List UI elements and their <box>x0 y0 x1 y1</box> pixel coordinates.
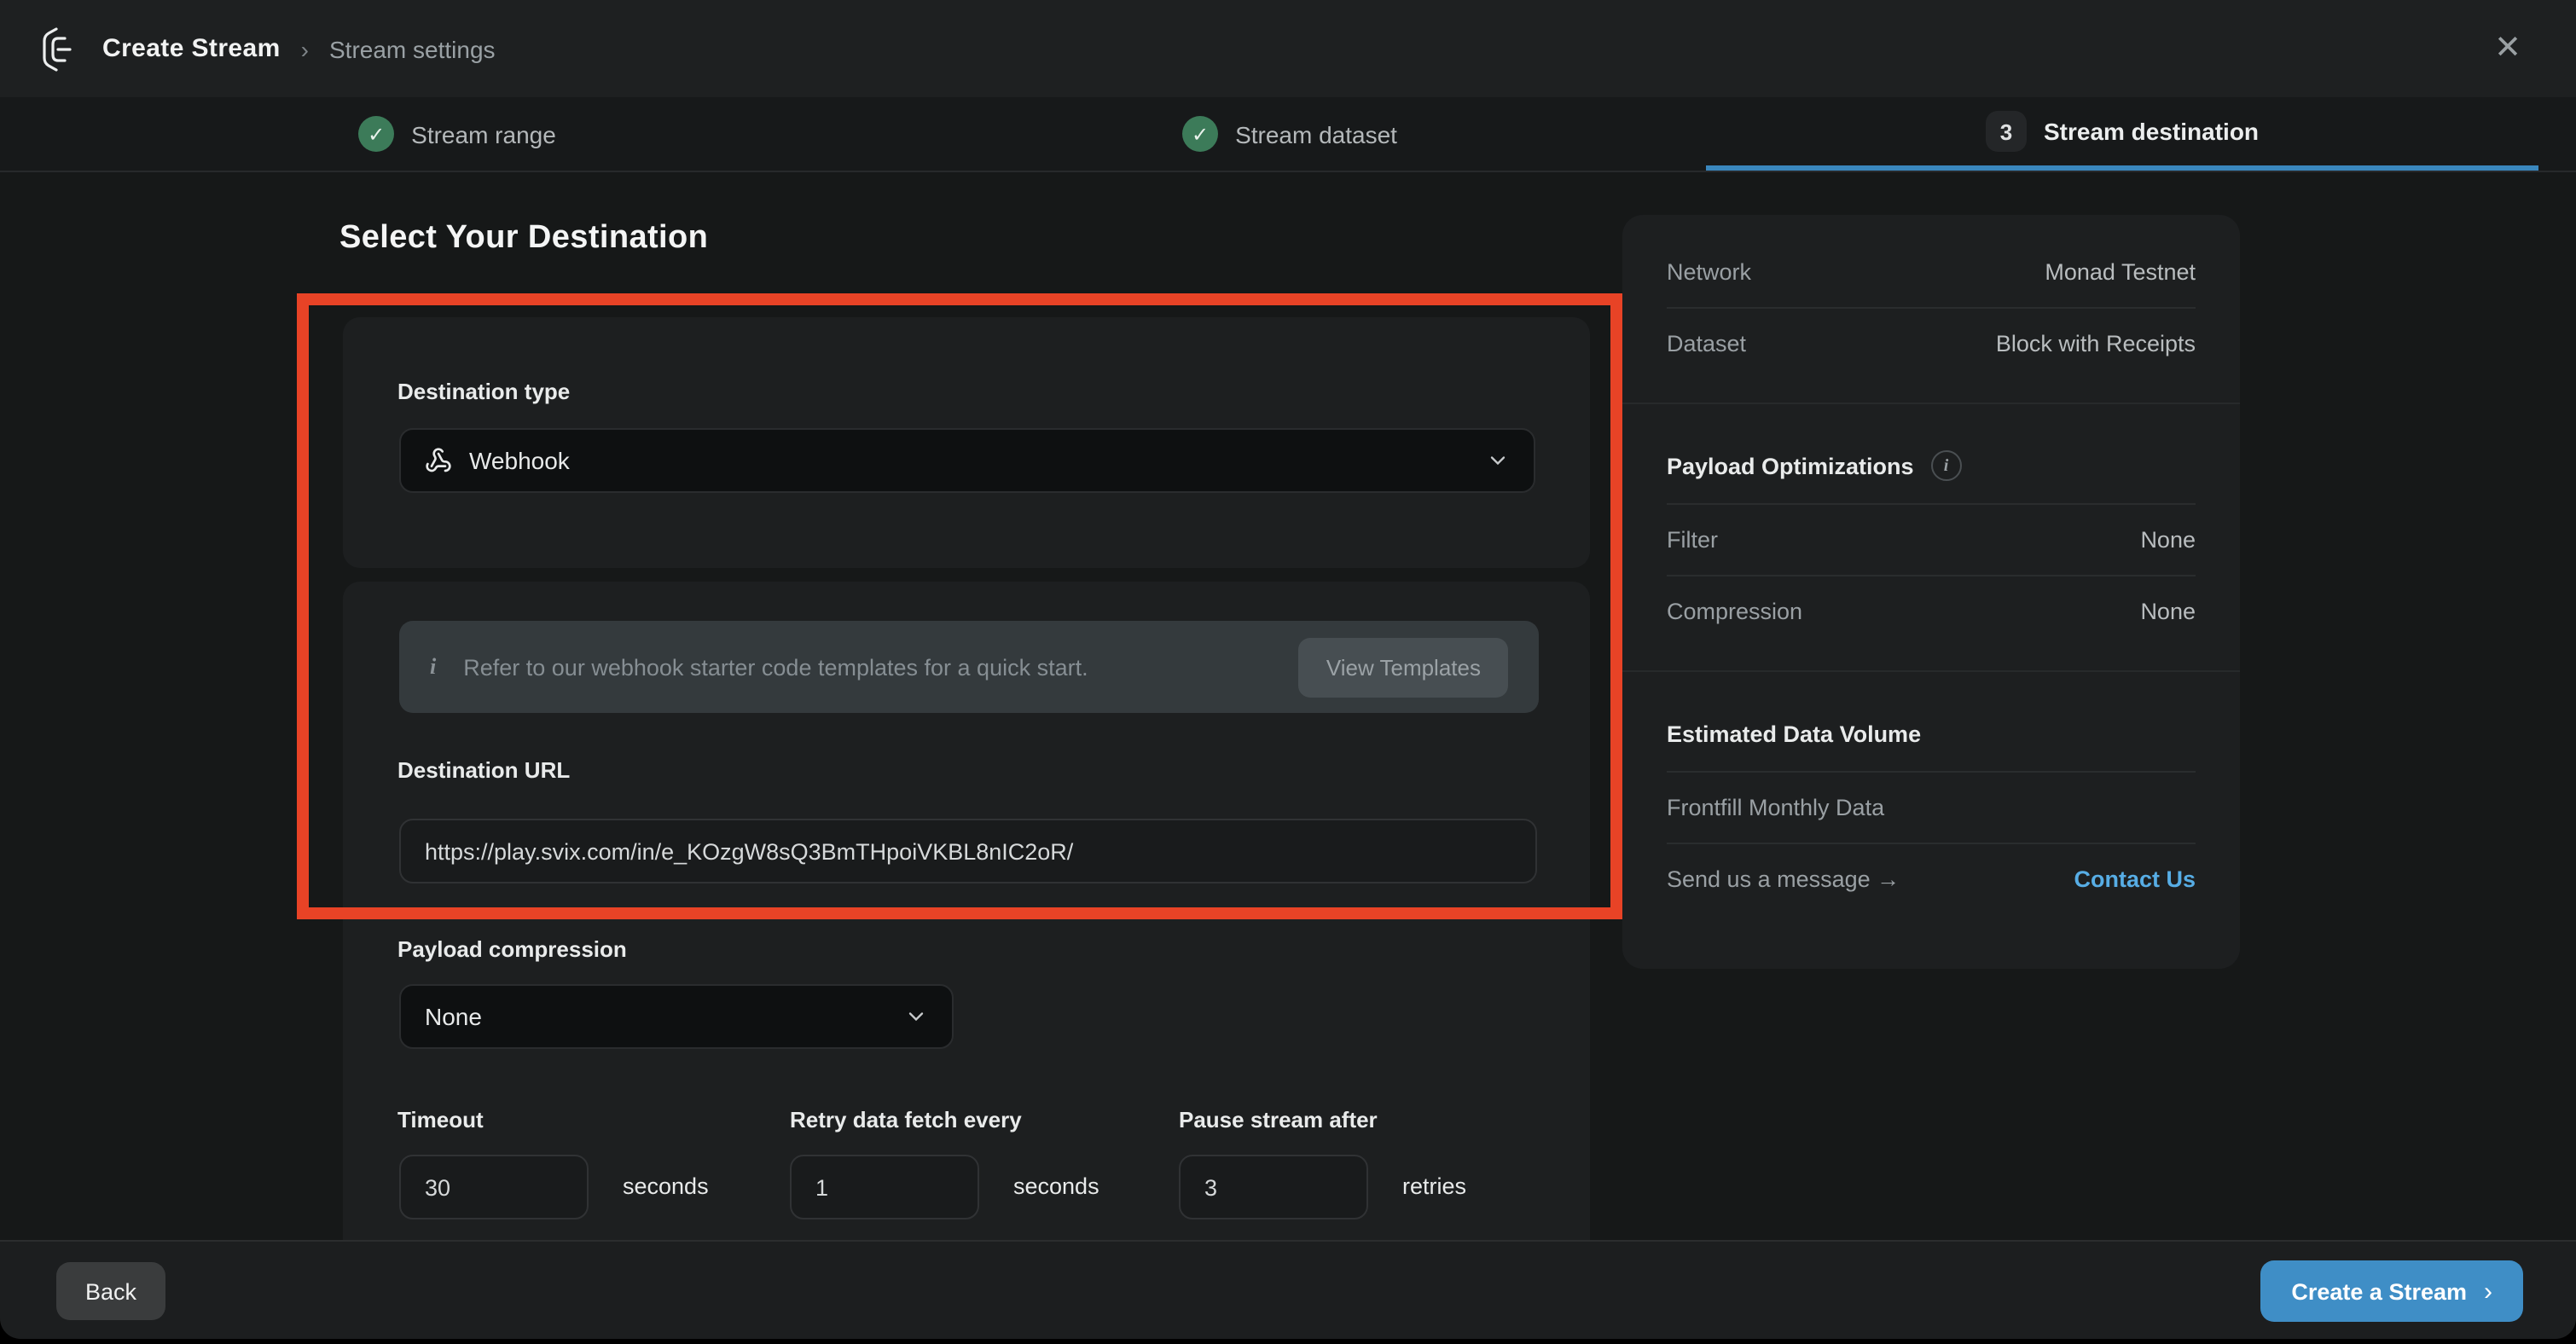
webhook-icon <box>425 447 452 474</box>
summary-row-network: Network Monad Testnet <box>1667 235 2196 307</box>
page-title: Create Stream <box>102 34 281 63</box>
section-heading: Select Your Destination <box>339 220 708 258</box>
check-icon: ✓ <box>1182 116 1218 152</box>
timeout-label: Timeout <box>397 1107 484 1133</box>
summary-label: Compression <box>1667 599 1802 624</box>
summary-row-dataset: Dataset Block with Receipts <box>1667 307 2196 379</box>
payload-optimizations-title: Payload Optimizations i <box>1667 428 2196 503</box>
summary-label: Frontfill Monthly Data <box>1667 795 1884 820</box>
breadcrumb-chevron-icon: › <box>301 35 309 62</box>
summary-row-compression: Compression None <box>1667 575 2196 646</box>
create-stream-dialog: Create Stream › Stream settings ✕ ✓ Stre… <box>0 0 2576 1339</box>
close-icon[interactable]: ✕ <box>2480 26 2535 72</box>
check-icon: ✓ <box>358 116 394 152</box>
step-bar: ✓ Stream range ✓ Stream dataset 3 Stream… <box>0 97 2576 172</box>
payload-compression-value: None <box>425 1003 482 1030</box>
tab-stream-range[interactable]: ✓ Stream range <box>41 97 873 171</box>
destination-type-card: Destination type Webhook <box>343 317 1590 568</box>
timeout-input[interactable] <box>399 1155 589 1219</box>
pause-input[interactable] <box>1179 1155 1368 1219</box>
tab-label: Stream destination <box>2044 118 2259 145</box>
view-templates-button[interactable]: View Templates <box>1299 637 1508 697</box>
tab-stream-dataset[interactable]: ✓ Stream dataset <box>873 97 1706 171</box>
payload-compression-select[interactable]: None <box>399 984 954 1049</box>
chevron-down-icon <box>1486 449 1510 472</box>
info-icon: i <box>430 653 436 681</box>
retry-input[interactable] <box>790 1155 979 1219</box>
divider <box>1622 670 2240 672</box>
pause-unit: retries <box>1402 1173 1466 1199</box>
summary-card: Network Monad Testnet Dataset Block with… <box>1622 215 2240 969</box>
footer-bar: Back Create a Stream › <box>0 1240 2576 1339</box>
step-number-badge: 3 <box>1986 111 2027 152</box>
summary-label: Filter <box>1667 527 1718 553</box>
banner-text: Refer to our webhook starter code templa… <box>463 654 1088 680</box>
summary-value: None <box>2140 527 2196 553</box>
webhook-settings-card: i Refer to our webhook starter code temp… <box>343 582 1590 1240</box>
payload-compression-label: Payload compression <box>397 936 627 962</box>
retry-label: Retry data fetch every <box>790 1107 1022 1133</box>
info-circle-icon[interactable]: i <box>1931 450 1962 481</box>
summary-row-frontfill: Frontfill Monthly Data <box>1667 771 2196 843</box>
tab-stream-destination[interactable]: 3 Stream destination <box>1706 97 2538 171</box>
estimated-data-volume-title: Estimated Data Volume <box>1667 696 2196 771</box>
breadcrumb: Stream settings <box>329 35 496 62</box>
divider <box>1622 403 2240 404</box>
summary-value: None <box>2140 599 2196 624</box>
pause-label: Pause stream after <box>1179 1107 1378 1133</box>
contact-message: Send us a message → <box>1667 866 1900 892</box>
title-text: Payload Optimizations <box>1667 453 1914 478</box>
summary-label: Dataset <box>1667 331 1746 356</box>
summary-row-contact: Send us a message → Contact Us <box>1667 843 2196 914</box>
templates-banner: i Refer to our webhook starter code temp… <box>399 621 1539 713</box>
quicknode-logo-icon <box>41 26 82 71</box>
destination-type-label: Destination type <box>397 379 570 404</box>
chevron-down-icon <box>904 1005 928 1028</box>
destination-type-select[interactable]: Webhook <box>399 428 1535 493</box>
summary-value: Block with Receipts <box>1996 331 2196 356</box>
create-stream-label: Create a Stream <box>2291 1278 2467 1304</box>
contact-us-link[interactable]: Contact Us <box>2074 866 2196 892</box>
chevron-right-icon: › <box>2484 1277 2492 1306</box>
summary-value: Monad Testnet <box>2045 258 2196 284</box>
header: Create Stream › Stream settings ✕ <box>0 0 2576 97</box>
summary-label: Network <box>1667 258 1751 284</box>
tab-label: Stream dataset <box>1235 120 1397 148</box>
summary-row-filter: Filter None <box>1667 503 2196 575</box>
retry-unit: seconds <box>1013 1173 1099 1199</box>
destination-type-value: Webhook <box>469 447 570 474</box>
create-stream-button[interactable]: Create a Stream › <box>2260 1260 2523 1322</box>
destination-url-input[interactable] <box>399 819 1537 883</box>
destination-url-label: Destination URL <box>397 757 570 783</box>
tab-label: Stream range <box>411 120 556 148</box>
timeout-unit: seconds <box>623 1173 709 1199</box>
back-button[interactable]: Back <box>56 1262 165 1320</box>
